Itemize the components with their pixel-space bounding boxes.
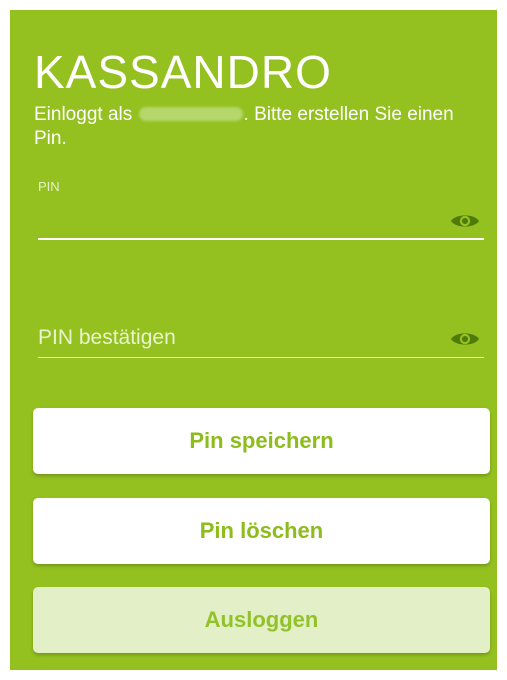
- login-panel: KASSANDRO Einloggt als . Bitte erstellen…: [10, 10, 497, 670]
- pin-field-underline: [38, 238, 484, 240]
- eye-icon[interactable]: [450, 330, 480, 348]
- app-title: KASSANDRO: [34, 46, 332, 98]
- eye-icon[interactable]: [450, 212, 480, 230]
- logout-button[interactable]: Ausloggen: [33, 587, 490, 653]
- pin-field[interactable]: PIN: [38, 176, 484, 246]
- login-status-text: Einloggt als . Bitte erstellen Sie einen…: [34, 103, 474, 151]
- blurred-username: [138, 107, 243, 121]
- pin-field-label: PIN: [38, 179, 60, 194]
- delete-pin-button[interactable]: Pin löschen: [33, 498, 490, 564]
- pin-confirm-placeholder: PIN bestätigen: [38, 326, 176, 349]
- save-pin-button[interactable]: Pin speichern: [33, 408, 490, 474]
- pin-confirm-underline: [38, 357, 484, 358]
- status-prefix: Einloggt als: [34, 104, 138, 125]
- pin-confirm-field[interactable]: PIN bestätigen: [38, 318, 484, 368]
